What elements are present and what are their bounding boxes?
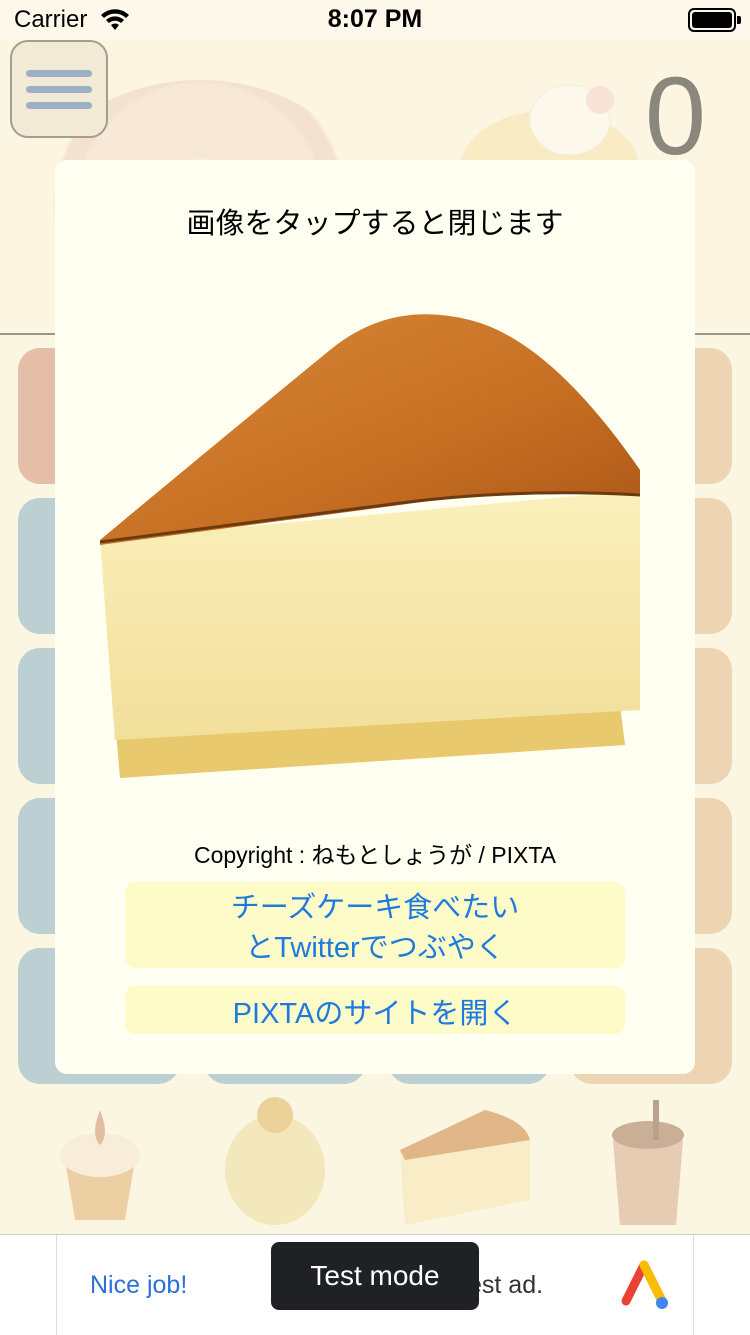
status-bar: Carrier 8:07 PM: [0, 0, 750, 40]
copyright-text: Copyright : ねもとしょうが / PIXTA: [193, 842, 557, 868]
battery-icon: [688, 8, 741, 32]
ad-left-text[interactable]: Nice job!: [90, 1271, 187, 1300]
clock: 8:07 PM: [327, 5, 423, 33]
adchoices-logo[interactable]: [616, 1257, 672, 1313]
image-modal[interactable]: 画像をタップすると閉じます Copyright : ねもとしょうが / PIXT…: [55, 160, 695, 1074]
tweet-button[interactable]: チーズケーキ食べたい とTwitterでつぶやく: [125, 882, 625, 968]
tweet-button-line1: チーズケーキ食べたい: [230, 892, 520, 924]
test-mode-toast: Test mode: [271, 1242, 479, 1310]
cheesecake-illustration[interactable]: [100, 300, 650, 790]
ad-right-text: est ad.: [468, 1271, 544, 1299]
tweet-button-line2: とTwitterでつぶやく: [245, 932, 505, 964]
modal-title: 画像をタップすると閉じます: [186, 208, 564, 240]
open-pixta-button[interactable]: PIXTAのサイトを開く: [125, 986, 625, 1034]
